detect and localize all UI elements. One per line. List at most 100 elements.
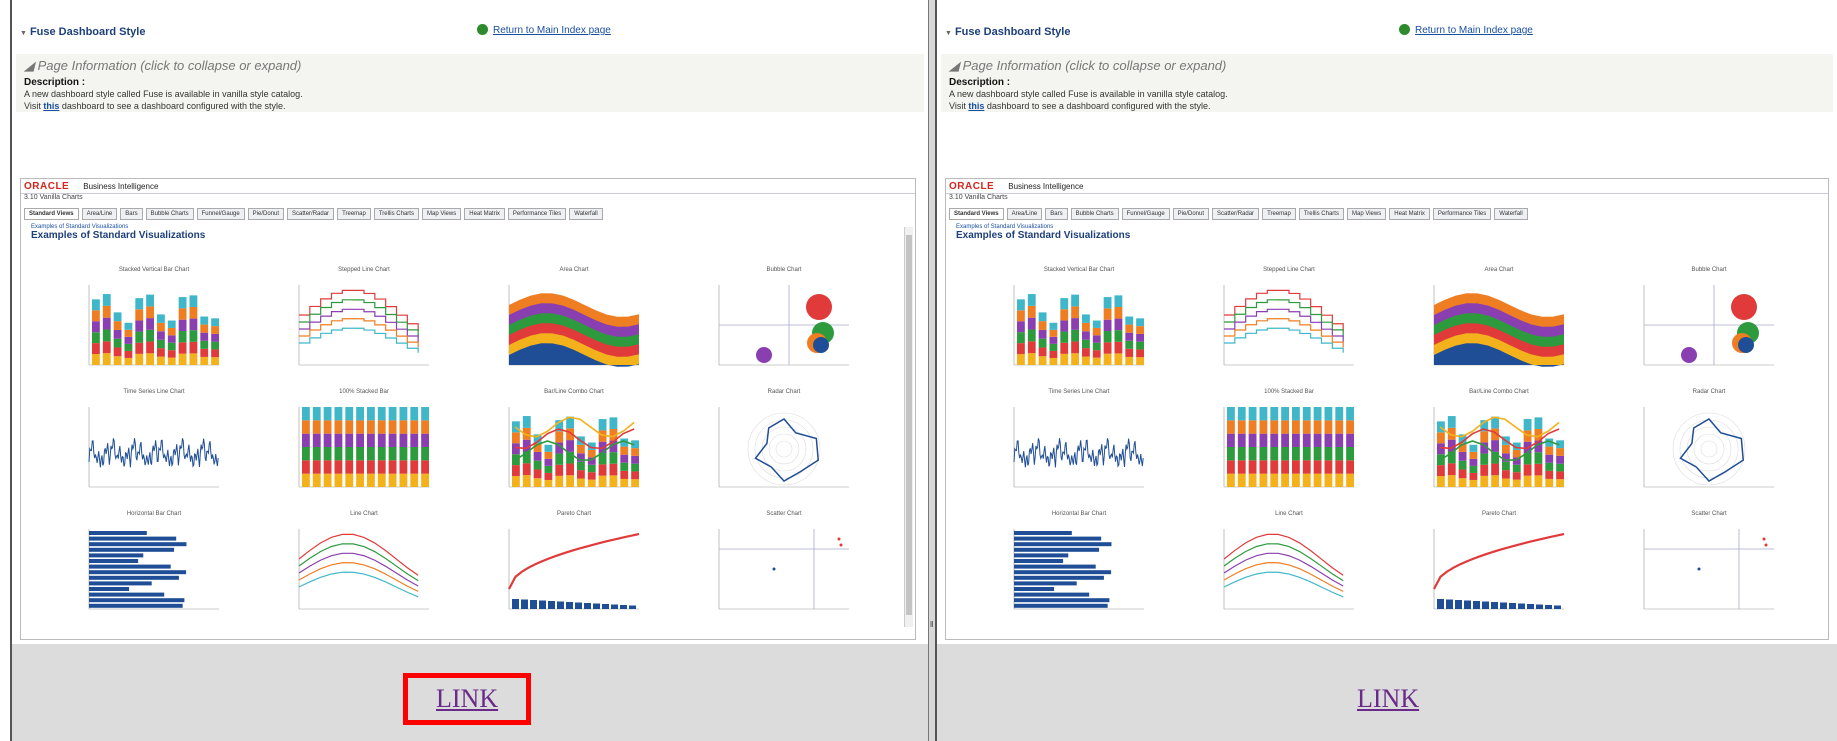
- oracle-logo: ORACLE: [949, 180, 995, 192]
- chart-thumbnail-graphic: [1013, 529, 1144, 610]
- embedded-tab[interactable]: Heat Matrix: [1389, 208, 1430, 220]
- scrollbar-thumb[interactable]: [906, 235, 912, 615]
- embedded-tab[interactable]: Scatter/Radar: [1212, 208, 1260, 220]
- chart-thumbnail-graphic: [1643, 285, 1774, 366]
- return-to-main-link[interactable]: Return to Main Index page: [477, 24, 611, 36]
- dashboard-title: ▼ Fuse Dashboard Style: [945, 26, 1071, 38]
- chart-thumbnail: Line Chart: [1194, 511, 1384, 621]
- chart-thumbnail: Area Chart: [1404, 267, 1594, 377]
- link-area: LINK: [937, 644, 1837, 741]
- dashboard-header: ▼ Fuse Dashboard Style Return to Main Ind…: [12, 0, 928, 46]
- embedded-breadcrumb[interactable]: Examples of Standard Visualizations: [946, 220, 1828, 230]
- page-information-panel[interactable]: ◢ Page Information (click to collapse or…: [16, 54, 924, 112]
- chart-thumbnail: Radar Chart: [689, 389, 879, 499]
- embedded-tab[interactable]: Pie/Donut: [247, 208, 285, 220]
- embedded-tab[interactable]: Area/Line: [81, 208, 118, 220]
- embedded-tab[interactable]: Trellis Charts: [1298, 208, 1344, 220]
- embedded-tab[interactable]: Bubble Charts: [145, 208, 194, 220]
- chart-thumbnail-graphic: [508, 285, 639, 367]
- description-label: Description :: [24, 77, 86, 88]
- embedded-subtitle: 3.10 Vanilla Charts: [24, 194, 83, 201]
- splitter-grip-icon[interactable]: ‖: [930, 620, 933, 629]
- chart-thumbnail-graphic: [298, 285, 429, 366]
- embedded-tab[interactable]: Trellis Charts: [373, 208, 419, 220]
- embedded-tab[interactable]: Bubble Charts: [1070, 208, 1119, 220]
- embedded-tab[interactable]: Standard Views: [949, 208, 1004, 220]
- chart-thumbnail-graphic: [1433, 285, 1564, 367]
- embedded-tab[interactable]: Treemap: [337, 208, 371, 220]
- chart-thumbnail: Pareto Chart: [479, 511, 669, 621]
- chart-thumbnail-graphic: [718, 285, 849, 366]
- chart-thumbnail: 100% Stacked Bar: [269, 389, 459, 499]
- embedded-tab[interactable]: Performance Tiles: [507, 208, 567, 220]
- chart-thumbnail-graphic: [88, 529, 219, 610]
- embedded-tab[interactable]: Standard Views: [24, 208, 79, 220]
- chart-thumbnail-graphic: [718, 529, 849, 610]
- embedded-breadcrumb[interactable]: Examples of Standard Visualizations: [21, 220, 915, 230]
- chart-thumbnail: 100% Stacked Bar: [1194, 389, 1384, 499]
- page-info-heading[interactable]: ◢ Page Information (click to collapse or…: [24, 58, 916, 74]
- chart-thumbnail: Bubble Chart: [689, 267, 879, 377]
- embedded-tab[interactable]: Bars: [1045, 208, 1068, 220]
- embedded-tab[interactable]: Area/Line: [1006, 208, 1043, 220]
- collapse-triangle-icon[interactable]: ▼: [20, 30, 27, 37]
- embedded-tab[interactable]: Bars: [120, 208, 143, 220]
- chart-thumbnail: Bubble Chart: [1614, 267, 1804, 377]
- chart-thumbnail: Horizontal Bar Chart: [984, 511, 1174, 621]
- embedded-tab[interactable]: Waterfall: [569, 208, 603, 220]
- link-left[interactable]: LINK: [402, 673, 532, 725]
- home-icon: [1399, 24, 1410, 35]
- embedded-tab[interactable]: Pie/Donut: [1172, 208, 1210, 220]
- link-area: LINK: [12, 644, 928, 741]
- chart-thumbnail: Radar Chart: [1614, 389, 1804, 499]
- embedded-tab[interactable]: Scatter/Radar: [287, 208, 335, 220]
- chart-thumbnail-graphic: [1223, 529, 1354, 610]
- description-line-1: A new dashboard style called Fuse is ava…: [24, 89, 303, 99]
- embedded-tab[interactable]: Map Views: [1346, 208, 1387, 220]
- embedded-title: Examples of Standard Visualizations: [31, 230, 206, 241]
- embedded-tab[interactable]: Waterfall: [1494, 208, 1528, 220]
- embedded-tab[interactable]: Performance Tiles: [1432, 208, 1492, 220]
- chart-thumbnail: Time Series Line Chart: [59, 389, 249, 499]
- chart-thumbnail-graphic: [1013, 407, 1144, 488]
- chart-thumbnail: Bar/Line Combo Chart: [1404, 389, 1594, 499]
- page-info-heading[interactable]: ◢ Page Information (click to collapse or…: [949, 58, 1825, 74]
- chart-thumbnail: Stacked Vertical Bar Chart: [59, 267, 249, 377]
- chart-thumbnail-graphic: [298, 529, 429, 610]
- return-to-main-link[interactable]: Return to Main Index page: [1399, 24, 1533, 36]
- chart-thumbnail: Horizontal Bar Chart: [59, 511, 249, 621]
- collapse-triangle-icon[interactable]: ▼: [945, 30, 952, 37]
- page-information-panel[interactable]: ◢ Page Information (click to collapse or…: [941, 54, 1833, 112]
- chart-thumbnail: Pareto Chart: [1404, 511, 1594, 621]
- chart-thumbnail: Stepped Line Chart: [1194, 267, 1384, 377]
- chart-thumbnail-graphic: [508, 407, 639, 488]
- right-preview-frame: ▼ Fuse Dashboard Style Return to Main Ind…: [935, 0, 1837, 741]
- embedded-tabs: Standard Views Area/Line Bars Bubble Charts…: [946, 208, 1828, 220]
- chart-thumbnail: Area Chart: [479, 267, 669, 377]
- chart-thumbnail-graphic: [718, 407, 849, 488]
- description-label: Description :: [949, 77, 1011, 88]
- chart-thumbnail-graphic: [1643, 529, 1774, 610]
- chart-thumbnail-graphic: [1433, 529, 1565, 610]
- this-dashboard-link[interactable]: this: [43, 101, 59, 111]
- embedded-tab[interactable]: Funnel/Gauge: [196, 208, 245, 220]
- link-right[interactable]: LINK: [1357, 684, 1419, 714]
- home-icon: [477, 24, 488, 35]
- embedded-tab[interactable]: Map Views: [421, 208, 462, 220]
- embedded-tab[interactable]: Heat Matrix: [464, 208, 505, 220]
- embedded-tab[interactable]: Treemap: [1262, 208, 1296, 220]
- embedded-title: Examples of Standard Visualizations: [956, 230, 1131, 241]
- chart-thumbnail: Stepped Line Chart: [269, 267, 459, 377]
- embedded-tab[interactable]: Funnel/Gauge: [1121, 208, 1170, 220]
- embedded-subtitle: 3.10 Vanilla Charts: [949, 194, 1008, 201]
- chart-thumbnail: Line Chart: [269, 511, 459, 621]
- chart-thumbnail-graphic: [88, 285, 219, 366]
- chart-thumbnail-grid: Stacked Vertical Bar Chart Stepped Line C…: [954, 267, 1824, 627]
- embedded-dashboard-preview: ORACLE Business Intelligence 3.10 Vanilla…: [20, 178, 916, 640]
- this-dashboard-link[interactable]: this: [968, 101, 984, 111]
- oracle-logo: ORACLE: [24, 180, 70, 192]
- chart-thumbnail-graphic: [298, 407, 429, 488]
- chart-thumbnail: Bar/Line Combo Chart: [479, 389, 669, 499]
- embedded-scrollbar[interactable]: [904, 227, 913, 627]
- embedded-dashboard-preview: ORACLE Business Intelligence 3.10 Vanilla…: [945, 178, 1829, 640]
